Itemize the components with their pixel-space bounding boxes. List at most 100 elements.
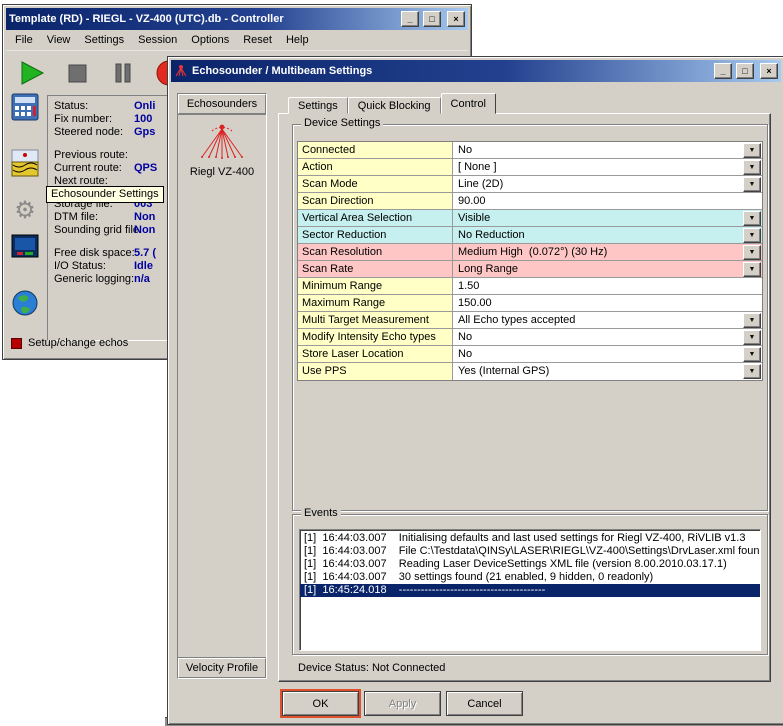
setting-value: All Echo types accepted — [458, 314, 575, 326]
echosounder-item-riegl-vz400[interactable]: Riegl VZ-400 — [183, 119, 261, 180]
setting-value: Medium High (0.072°) (30 Hz) — [458, 246, 607, 258]
menu-options[interactable]: Options — [184, 31, 236, 49]
setting-editor[interactable]: No ▼ — [453, 346, 762, 362]
tab-settings[interactable]: Settings — [288, 97, 348, 114]
pause-button[interactable] — [106, 56, 140, 90]
dropdown-arrow-icon[interactable]: ▼ — [743, 211, 761, 226]
echosounder-settings-dialog: Echosounder / Multibeam Settings _ □ × E… — [167, 56, 783, 725]
menu-session[interactable]: Session — [131, 31, 184, 49]
setting-row-action: Action [ None ] ▼ — [298, 159, 762, 176]
device-settings-table: Connected No ▼ Action [ None ] ▼ Scan Mo… — [297, 141, 763, 381]
apply-button[interactable]: Apply — [364, 691, 441, 716]
main-minimize-button[interactable]: _ — [401, 11, 419, 27]
dropdown-arrow-icon[interactable]: ▼ — [743, 347, 761, 362]
dropdown-arrow-icon[interactable]: ▼ — [743, 245, 761, 260]
control-tab-page: Device Settings Connected No ▼ Action [ … — [278, 113, 771, 682]
controller-titlebar[interactable]: Template (RD) - RIEGL - VZ-400 (UTC).db … — [6, 8, 468, 30]
setting-row-connected: Connected No ▼ — [298, 142, 762, 159]
stop-button[interactable] — [60, 56, 94, 90]
setting-row-scan-mode: Scan Mode Line (2D) ▼ — [298, 176, 762, 193]
setting-value: Yes (Internal GPS) — [458, 365, 549, 377]
echosounder-item-label: Riegl VZ-400 — [183, 166, 261, 178]
dropdown-arrow-icon[interactable]: ▼ — [743, 143, 761, 158]
gear-icon: ⚙ — [14, 199, 36, 223]
menu-view[interactable]: View — [40, 31, 78, 49]
setting-editor[interactable]: Yes (Internal GPS) ▼ — [453, 363, 762, 380]
dropdown-arrow-icon[interactable]: ▼ — [743, 262, 761, 277]
setting-editor[interactable]: No ▼ — [453, 142, 762, 158]
setting-editor[interactable]: [ None ] ▼ — [453, 159, 762, 175]
dialog-titlebar[interactable]: Echosounder / Multibeam Settings _ □ × — [171, 60, 781, 82]
setting-value: 150.00 — [458, 297, 492, 309]
echosounder-icon — [10, 148, 40, 178]
laser-fan-icon — [199, 121, 245, 161]
pause-icon — [108, 58, 138, 88]
menu-settings[interactable]: Settings — [77, 31, 131, 49]
stop-icon — [62, 58, 92, 88]
dialog-title: Echosounder / Multibeam Settings — [192, 65, 710, 77]
setting-value: No — [458, 348, 472, 360]
dropdown-arrow-icon[interactable]: ▼ — [743, 364, 761, 379]
echosounder-settings-button[interactable] — [9, 147, 41, 179]
setting-editor[interactable]: No Reduction ▼ — [453, 227, 762, 243]
setting-value: No — [458, 331, 472, 343]
play-icon — [16, 58, 46, 88]
event-log-line[interactable]: [1] 16:44:03.007 Reading Laser DeviceSet… — [300, 558, 760, 571]
dialog-minimize-button[interactable]: _ — [714, 63, 732, 79]
event-log-line[interactable]: [1] 16:44:03.007 File C:\Testdata\QINSy\… — [300, 545, 760, 558]
computation-setup-button[interactable] — [9, 91, 41, 123]
ok-button[interactable]: OK — [282, 691, 359, 716]
setting-editor[interactable]: 150.00 ▼ — [453, 295, 762, 311]
setting-editor[interactable]: Medium High (0.072°) (30 Hz) ▼ — [453, 244, 762, 260]
setting-label: Maximum Range — [298, 295, 453, 311]
status-label: Generic logging: — [54, 273, 134, 286]
setting-editor[interactable]: Long Range ▼ — [453, 261, 762, 277]
menu-help[interactable]: Help — [279, 31, 316, 49]
setting-editor[interactable]: 1.50 ▼ — [453, 278, 762, 294]
setting-value: Long Range — [458, 263, 518, 275]
dropdown-arrow-icon[interactable]: ▼ — [743, 313, 761, 328]
events-listbox[interactable]: [1] 16:44:03.007 Initialising defaults a… — [299, 529, 761, 651]
display-setup-button[interactable] — [9, 231, 41, 263]
setting-label: Modify Intensity Echo types — [298, 329, 453, 345]
status-value: Idle — [134, 260, 153, 273]
tab-quick-blocking[interactable]: Quick Blocking — [348, 97, 441, 114]
menu-file[interactable]: File — [8, 31, 40, 49]
status-value: Non — [134, 211, 155, 224]
setting-label: Sector Reduction — [298, 227, 453, 243]
event-log-line[interactable]: [1] 16:44:03.007 30 settings found (21 e… — [300, 571, 760, 584]
menu-reset[interactable]: Reset — [236, 31, 279, 49]
tooltip: Echosounder Settings — [46, 186, 164, 203]
status-value: QPS — [134, 162, 157, 175]
tab-control[interactable]: Control — [441, 93, 496, 114]
setting-row-minimum-range: Minimum Range 1.50 ▼ — [298, 278, 762, 295]
status-value: Non — [134, 224, 155, 237]
session-setup-button[interactable]: ⚙ — [9, 195, 41, 227]
status-label: DTM file: — [54, 211, 134, 224]
setting-editor[interactable]: Line (2D) ▼ — [453, 176, 762, 192]
dialog-maximize-button[interactable]: □ — [736, 63, 754, 79]
setting-editor[interactable]: Visible ▼ — [453, 210, 762, 226]
velocity-profile-button[interactable]: Velocity Profile — [178, 658, 266, 678]
setting-editor[interactable]: 90.00 ▼ — [453, 193, 762, 209]
dropdown-arrow-icon[interactable]: ▼ — [743, 177, 761, 192]
main-close-button[interactable]: × — [447, 11, 465, 27]
monitor-icon — [10, 232, 40, 262]
dialog-close-button[interactable]: × — [760, 63, 778, 79]
play-button[interactable] — [14, 56, 48, 90]
event-log-line[interactable]: [1] 16:44:03.007 Initialising defaults a… — [300, 532, 760, 545]
status-label: Fix number: — [54, 113, 134, 126]
status-value: Onli — [134, 100, 155, 113]
controller-window-title: Template (RD) - RIEGL - VZ-400 (UTC).db … — [9, 13, 397, 25]
cancel-button[interactable]: Cancel — [446, 691, 523, 716]
dropdown-arrow-icon[interactable]: ▼ — [743, 160, 761, 175]
online-button[interactable] — [9, 287, 41, 319]
setting-editor[interactable]: All Echo types accepted ▼ — [453, 312, 762, 328]
setting-value: 1.50 — [458, 280, 479, 292]
setting-row-scan-direction: Scan Direction 90.00 ▼ — [298, 193, 762, 210]
event-log-line[interactable]: [1] 16:45:24.018 -----------------------… — [300, 584, 760, 597]
main-maximize-button[interactable]: □ — [423, 11, 441, 27]
setting-editor[interactable]: No ▼ — [453, 329, 762, 345]
dropdown-arrow-icon[interactable]: ▼ — [743, 330, 761, 345]
dropdown-arrow-icon[interactable]: ▼ — [743, 228, 761, 243]
